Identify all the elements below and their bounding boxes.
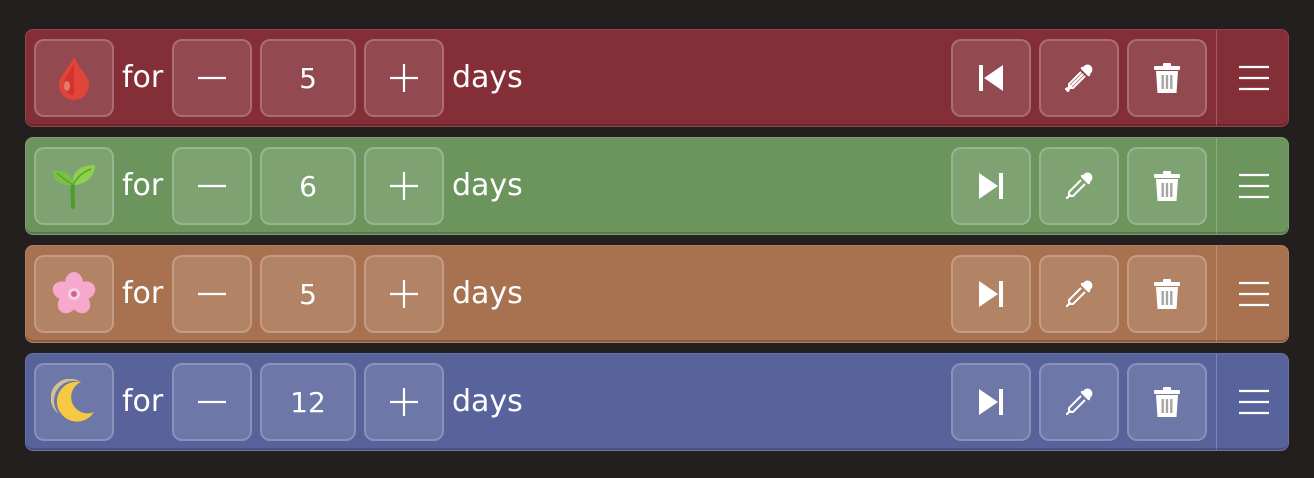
days-label: days (452, 168, 523, 203)
for-label: for (122, 384, 164, 419)
plus-icon (390, 280, 418, 308)
trash-icon (1154, 387, 1180, 417)
color-picker-button[interactable] (1039, 255, 1119, 333)
increment-button[interactable] (364, 39, 444, 117)
trash-icon (1154, 171, 1180, 201)
minus-icon (198, 184, 226, 188)
row-divider (1216, 138, 1217, 234)
days-label: days (452, 276, 523, 311)
skip-forward-icon (979, 281, 1003, 307)
delete-button[interactable] (1127, 363, 1207, 441)
skip-to-phase-button[interactable] (951, 147, 1031, 225)
phase-row: for 5 days (25, 29, 1289, 127)
minus-icon (198, 400, 226, 404)
cherry-blossom-icon (52, 272, 96, 314)
days-label: days (452, 384, 523, 419)
row-divider (1216, 30, 1217, 126)
eyedropper-icon (1065, 280, 1093, 308)
minus-icon (198, 76, 226, 80)
emoji-picker-button[interactable] (34, 255, 114, 333)
decrement-button[interactable] (172, 255, 252, 333)
emoji-picker-button[interactable] (34, 147, 114, 225)
eyedropper-icon (1064, 64, 1093, 93)
increment-button[interactable] (364, 147, 444, 225)
emoji-picker-button[interactable] (34, 363, 114, 441)
increment-button[interactable] (364, 255, 444, 333)
delete-button[interactable] (1127, 255, 1207, 333)
duration-value[interactable]: 6 (260, 147, 356, 225)
plus-icon (390, 172, 418, 200)
skip-forward-icon (979, 389, 1003, 415)
for-label: for (122, 168, 164, 203)
color-picker-button[interactable] (1039, 363, 1119, 441)
eyedropper-icon (1065, 172, 1093, 200)
eyedropper-icon (1065, 388, 1093, 416)
for-label: for (122, 276, 164, 311)
plus-icon (390, 64, 418, 92)
phase-row: for 5 days (25, 245, 1289, 343)
delete-button[interactable] (1127, 39, 1207, 117)
trash-icon (1154, 63, 1180, 93)
increment-button[interactable] (364, 363, 444, 441)
skip-to-phase-button[interactable] (951, 363, 1031, 441)
emoji-picker-button[interactable] (34, 39, 114, 117)
for-label: for (122, 60, 164, 95)
color-picker-button[interactable] (1039, 39, 1119, 117)
duration-value[interactable]: 5 (260, 39, 356, 117)
trash-icon (1154, 279, 1180, 309)
drag-handle-icon[interactable] (1237, 280, 1271, 308)
skip-forward-icon (979, 173, 1003, 199)
phase-row: for 6 days (25, 137, 1289, 235)
decrement-button[interactable] (172, 147, 252, 225)
drag-handle-icon[interactable] (1237, 172, 1271, 200)
skip-to-phase-button[interactable] (951, 255, 1031, 333)
row-divider (1216, 246, 1217, 342)
row-divider (1216, 354, 1217, 450)
duration-value[interactable]: 12 (260, 363, 356, 441)
crescent-moon-icon (51, 379, 94, 422)
plus-icon (390, 388, 418, 416)
phase-list: for 5 days for 6 days for 5 days for 12 … (25, 29, 1289, 461)
duration-value[interactable]: 5 (260, 255, 356, 333)
drag-handle-icon[interactable] (1237, 64, 1271, 92)
days-label: days (452, 60, 523, 95)
blood-drop-icon (59, 57, 89, 100)
decrement-button[interactable] (172, 39, 252, 117)
phase-row: for 12 days (25, 353, 1289, 451)
color-picker-button[interactable] (1039, 147, 1119, 225)
drag-handle-icon[interactable] (1237, 388, 1271, 416)
seedling-icon (53, 165, 95, 209)
decrement-button[interactable] (172, 363, 252, 441)
delete-button[interactable] (1127, 147, 1207, 225)
skip-back-icon (979, 65, 1003, 91)
skip-to-phase-button[interactable] (951, 39, 1031, 117)
minus-icon (198, 292, 226, 296)
